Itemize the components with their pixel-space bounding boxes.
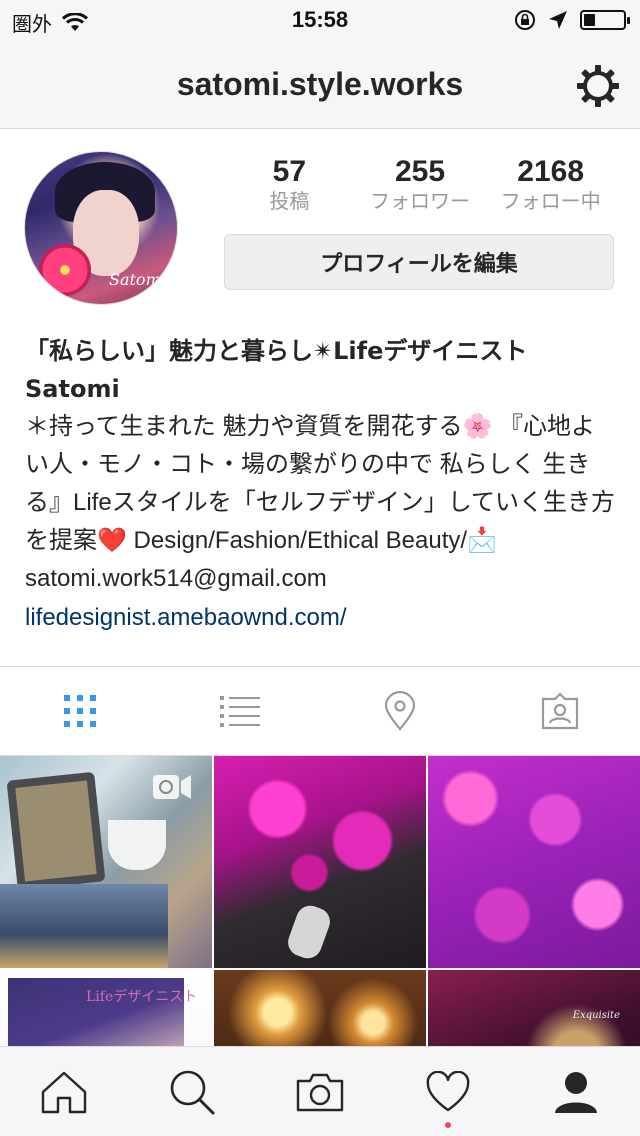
- tab-list[interactable]: [160, 667, 320, 755]
- heart-icon: [426, 1070, 470, 1111]
- post-image-tablet: [6, 771, 106, 891]
- bottom-tab-activity[interactable]: [384, 1047, 512, 1136]
- camera-icon: [296, 1073, 344, 1111]
- gear-icon[interactable]: [576, 64, 620, 108]
- post-image-shoe: [284, 901, 334, 963]
- bio-name-line2: Satomi: [25, 375, 120, 403]
- avatar-signature: Satomi: [109, 270, 166, 289]
- tagged-photos-icon: [541, 692, 579, 730]
- grid-post-3[interactable]: [428, 756, 640, 968]
- profile-icon: [555, 1071, 597, 1113]
- bottom-tab-profile[interactable]: [512, 1047, 640, 1136]
- video-camera-icon: [153, 775, 191, 799]
- post-image-cup: [108, 820, 166, 870]
- grid-post-2[interactable]: [214, 756, 426, 968]
- tab-location[interactable]: [320, 667, 480, 755]
- stat-posts[interactable]: 57 投稿: [224, 155, 355, 213]
- grid-post-1[interactable]: [0, 756, 212, 968]
- search-icon: [170, 1070, 215, 1114]
- profile-avatar[interactable]: Satomi: [24, 151, 178, 305]
- bottom-tab-search[interactable]: [128, 1047, 256, 1136]
- list-icon: [220, 696, 260, 727]
- home-icon: [41, 1071, 87, 1113]
- bio-website-link[interactable]: lifedesignist.amebaownd.com/: [25, 600, 615, 636]
- stat-following-value: 2168: [517, 155, 585, 188]
- stat-followers-label: フォロワー: [370, 189, 470, 213]
- notification-dot: [445, 1122, 451, 1128]
- stat-posts-value: 57: [272, 155, 307, 188]
- orientation-lock-icon: [515, 10, 535, 30]
- tab-grid[interactable]: [0, 667, 160, 755]
- profile-bio: 「私らしい」魅力と暮らし✴︎Lifeデザイニスト Satomi ＊持って生まれた…: [25, 332, 615, 636]
- bottom-tab-camera[interactable]: [256, 1047, 384, 1136]
- nav-title: satomi.style.works: [176, 66, 464, 102]
- post-image-magazine: [0, 884, 168, 968]
- avatar-flower: [39, 244, 91, 296]
- battery-fill: [584, 14, 595, 26]
- nav-bar: satomi.style.works: [0, 40, 640, 129]
- tab-tagged[interactable]: [480, 667, 640, 755]
- bottom-tab-bar: [0, 1046, 640, 1136]
- profile-view-tabs: [0, 666, 640, 756]
- stat-followers[interactable]: 255 フォロワー: [355, 155, 486, 213]
- location-arrow-icon: [549, 11, 567, 29]
- stat-following-label: フォロー中: [500, 189, 601, 213]
- grid-icon: [64, 695, 96, 727]
- edit-profile-button[interactable]: プロフィールを編集: [224, 234, 614, 290]
- stat-following[interactable]: 2168 フォロー中: [485, 155, 616, 213]
- post-caption-text: Lifeデザイニスト: [86, 989, 198, 1005]
- bio-name-line1: 「私らしい」魅力と暮らし✴︎Lifeデザイニスト: [25, 337, 528, 365]
- bottom-tab-home[interactable]: [0, 1047, 128, 1136]
- status-right: [514, 9, 630, 31]
- status-bar: 圏外 15:58: [0, 0, 640, 40]
- location-pin-icon: [384, 691, 416, 731]
- stat-posts-label: 投稿: [269, 189, 310, 213]
- bio-text: ＊持って生まれた 魅力や資質を開花する🌸 『心地よい人・モノ・コト・場の繋がりの…: [25, 413, 615, 592]
- stat-followers-value: 255: [394, 155, 446, 188]
- post-caption-text: Exquisite: [572, 1010, 620, 1021]
- battery-icon: [580, 10, 630, 30]
- profile-stats: 57 投稿 255 フォロワー 2168 フォロー中: [224, 155, 616, 213]
